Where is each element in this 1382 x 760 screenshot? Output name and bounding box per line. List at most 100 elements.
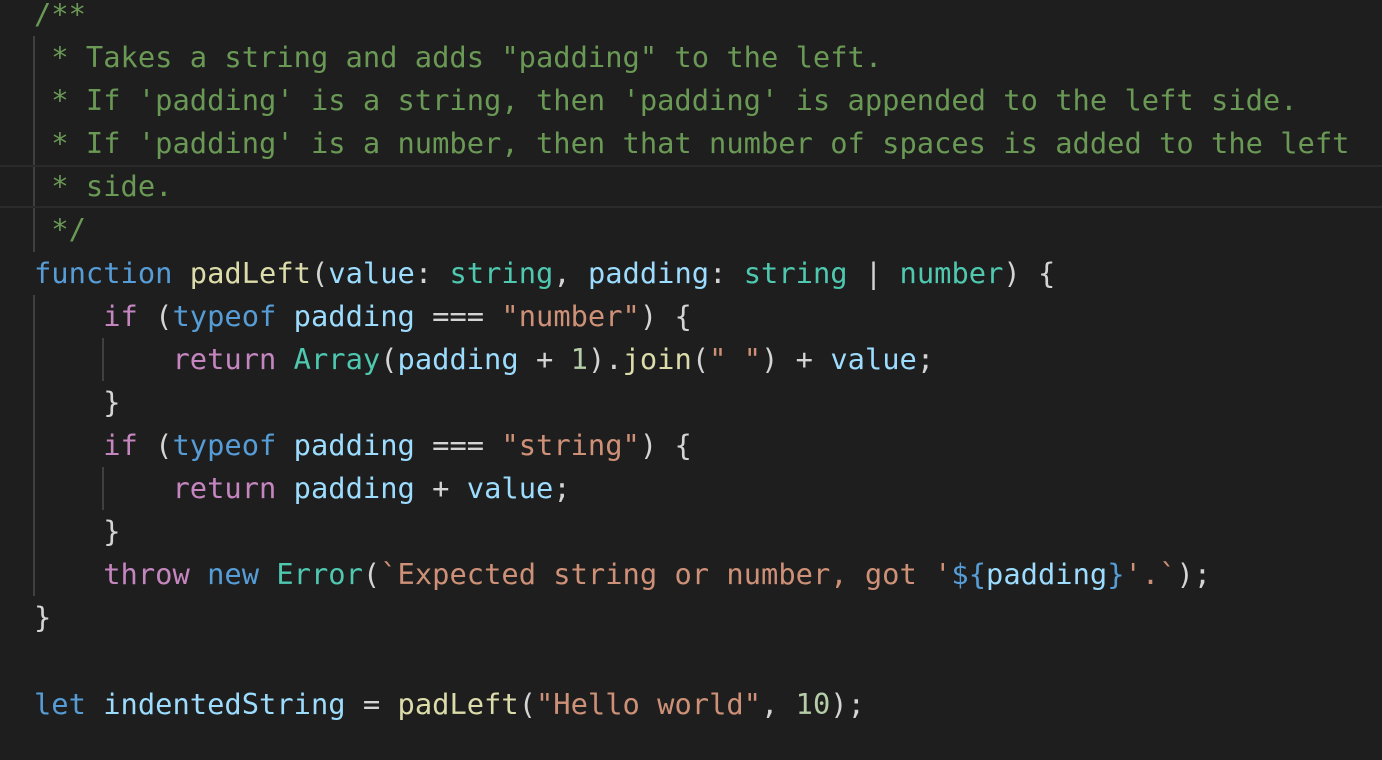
token-string: '.` — [1124, 557, 1177, 592]
code-line[interactable]: throw new Error(`Expected string or numb… — [0, 553, 1382, 597]
code-line[interactable]: * If 'padding' is a string, then 'paddin… — [0, 79, 1382, 123]
indent-guide — [33, 36, 35, 80]
token-variable: value — [328, 255, 415, 290]
token-punctuation: } — [34, 384, 121, 419]
token-string: "Hello world" — [536, 686, 762, 721]
token-keyword: typeof — [172, 298, 277, 333]
token-keyword: } — [1107, 557, 1125, 592]
token-type: string — [449, 255, 554, 290]
code-line[interactable]: if (typeof padding === "number") { — [0, 294, 1382, 338]
indent-guide — [33, 208, 35, 252]
token-variable: value — [466, 471, 554, 506]
token-punctuation: ; — [553, 471, 571, 506]
token-punctuation: : — [414, 255, 450, 290]
token-string: " " — [709, 341, 762, 376]
token-control-keyword: if — [103, 298, 138, 333]
indent-guide — [102, 467, 105, 511]
token-punctuation — [34, 299, 103, 333]
indent-guide — [33, 167, 35, 207]
token-punctuation: === — [414, 298, 502, 333]
code-line[interactable]: /** — [0, 0, 1382, 36]
current-code-line[interactable]: * side. — [0, 165, 1382, 209]
indent-guide — [33, 423, 35, 468]
token-punctuation: ( — [137, 298, 173, 333]
token-punctuation: ( — [362, 557, 381, 592]
token-punctuation — [190, 557, 207, 591]
indent-guide — [33, 510, 35, 554]
indent-guide — [33, 122, 35, 166]
token-variable: padding — [986, 557, 1108, 592]
code-line[interactable]: * If 'padding' is a number, then that nu… — [0, 122, 1382, 166]
indent-guide — [33, 79, 35, 123]
token-punctuation — [276, 428, 293, 462]
token-comment: /** — [34, 0, 86, 31]
token-punctuation: ( — [518, 686, 536, 721]
token-control-keyword: return — [172, 471, 277, 506]
token-control-keyword: if — [103, 427, 138, 462]
token-string: "number" — [501, 298, 640, 333]
token-type: string — [743, 255, 848, 290]
code-editor[interactable]: /** * Takes a string and adds "padding" … — [0, 0, 1382, 726]
token-punctuation: ( — [691, 341, 710, 376]
token-punctuation — [276, 342, 293, 376]
token-type: Array — [293, 341, 381, 376]
token-punctuation — [86, 687, 103, 721]
token-punctuation: ); — [830, 686, 865, 721]
code-line[interactable]: } — [0, 380, 1382, 424]
token-variable: padding — [293, 427, 415, 462]
token-variable: padding — [587, 255, 710, 290]
indent-guide — [33, 380, 35, 424]
code-line[interactable]: * Takes a string and adds "padding" to t… — [0, 36, 1382, 80]
code-line[interactable]: } — [0, 510, 1382, 554]
code-line[interactable]: */ — [0, 208, 1382, 252]
token-punctuation: } — [34, 514, 121, 549]
indent-guide — [33, 467, 35, 511]
code-line[interactable]: let indentedString = padLeft("Hello worl… — [0, 683, 1382, 726]
code-line[interactable] — [0, 639, 1382, 682]
token-punctuation: ( — [137, 427, 173, 462]
token-punctuation: + — [414, 471, 467, 506]
code-line[interactable]: function padLeft(value: string, padding:… — [0, 252, 1382, 295]
token-keyword: ${ — [951, 557, 987, 592]
token-number: 10 — [795, 686, 831, 721]
token-punctuation: | — [847, 255, 900, 290]
token-comment: * Takes a string and adds "padding" to t… — [34, 40, 883, 75]
token-punctuation: ) + — [761, 341, 831, 376]
token-variable: value — [830, 341, 917, 376]
token-function-name: padLeft — [189, 255, 311, 290]
token-punctuation: ) { — [639, 427, 692, 462]
token-comment: * If 'padding' is a number, then that nu… — [34, 126, 1350, 161]
token-keyword: typeof — [172, 427, 277, 462]
token-function-name: padLeft — [397, 686, 519, 721]
token-punctuation: : — [709, 255, 744, 290]
token-punctuation — [276, 299, 293, 333]
token-punctuation: + — [518, 341, 571, 376]
indent-guide — [102, 337, 105, 381]
code-line[interactable]: } — [0, 596, 1382, 639]
token-punctuation: } — [34, 600, 52, 635]
indent-guide — [33, 337, 35, 381]
token-punctuation: , — [761, 686, 796, 721]
token-type: number — [899, 255, 1004, 290]
token-punctuation: ) { — [639, 298, 692, 333]
token-comment: * side. — [34, 169, 173, 204]
code-line[interactable]: return padding + value; — [0, 467, 1382, 511]
token-string: `Expected string or number, got ' — [380, 557, 952, 592]
token-type: Error — [276, 557, 363, 592]
token-punctuation: === — [414, 427, 502, 462]
code-line[interactable]: if (typeof padding === "string") { — [0, 423, 1382, 468]
token-punctuation: ( — [310, 255, 329, 290]
token-keyword: new — [207, 557, 260, 592]
token-punctuation: ( — [380, 341, 398, 376]
token-keyword: function — [34, 255, 173, 290]
token-control-keyword: throw — [103, 557, 190, 592]
indent-guide — [33, 553, 35, 597]
token-punctuation: ). — [587, 341, 623, 376]
code-line[interactable]: return Array(padding + 1).join(" ") + va… — [0, 337, 1382, 381]
token-control-keyword: return — [172, 341, 277, 376]
token-punctuation — [172, 256, 189, 290]
token-comment: */ — [34, 212, 86, 247]
token-punctuation — [259, 557, 276, 591]
token-variable: padding — [397, 341, 519, 376]
token-punctuation — [276, 471, 293, 505]
